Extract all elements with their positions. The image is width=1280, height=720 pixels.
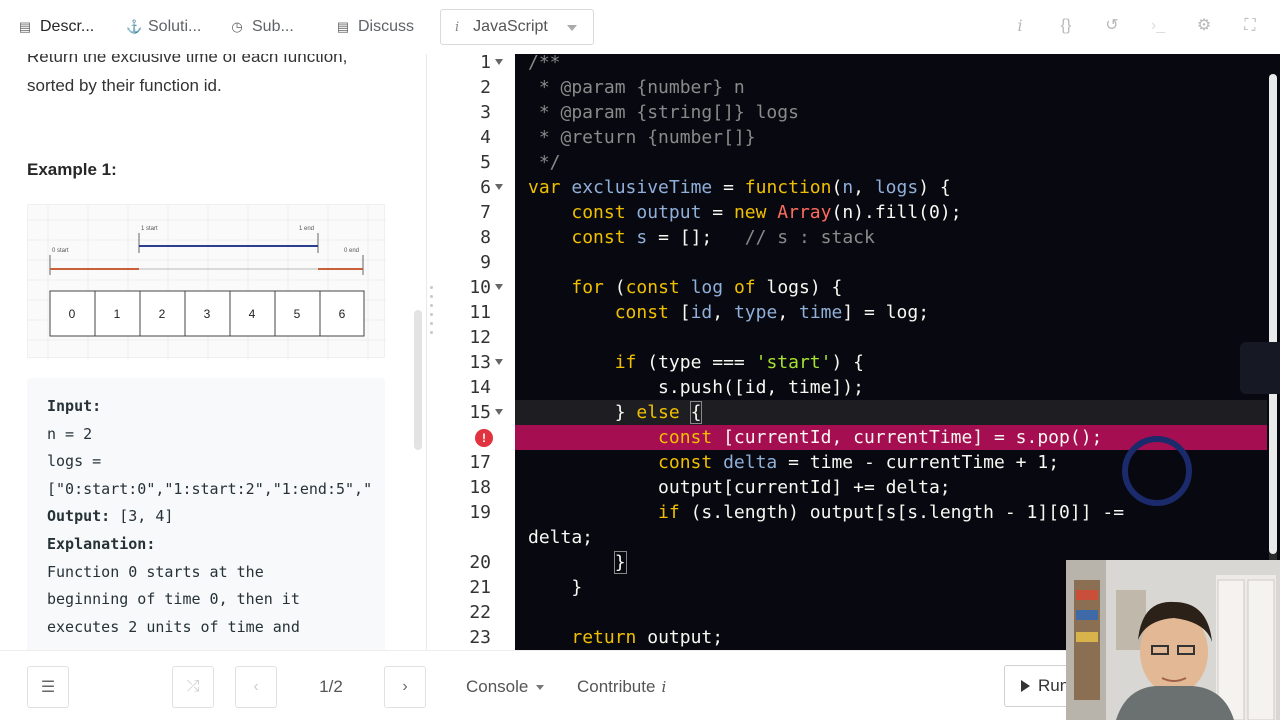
tab-submissions-label: Sub... bbox=[252, 18, 294, 35]
example-title: Example 1: bbox=[27, 160, 117, 179]
code-line: 5 */ bbox=[480, 152, 561, 173]
language-select-value: JavaScript bbox=[473, 18, 548, 35]
example-line: executes 2 units of time and bbox=[47, 617, 300, 636]
comment-icon: ▤ bbox=[336, 19, 350, 34]
editor-scroll-thumb[interactable] bbox=[1269, 74, 1277, 554]
webcam-image bbox=[1066, 560, 1280, 720]
example-line: n = 2 bbox=[47, 424, 93, 443]
timeline-diagram: 0 start 1 start 1 end 0 end 0 1 2 3 4 5 … bbox=[28, 205, 386, 359]
example-line: beginning of time 0, then it bbox=[47, 590, 300, 609]
code-line: delta; bbox=[528, 527, 594, 548]
code-line: 13 if (type === 'start') { bbox=[469, 352, 864, 373]
time-cell-2: 2 bbox=[159, 307, 166, 321]
tab-solution[interactable]: ⚓ Soluti... bbox=[108, 0, 212, 54]
example-line: Function 0 starts at the bbox=[47, 562, 264, 581]
code-line: 11 const [id, type, time] = log; bbox=[469, 302, 930, 323]
shuffle-icon: ⤮ bbox=[186, 678, 200, 695]
intro-line-2: sorted by their function id. bbox=[27, 76, 222, 95]
code-line: 8 const s = []; // s : stack bbox=[480, 227, 875, 248]
label-0-end: 0 end bbox=[344, 248, 359, 254]
label-1-end: 1 end bbox=[299, 226, 314, 232]
random-problem-button[interactable]: ⤮ bbox=[172, 666, 214, 708]
code-line: 15 } else { bbox=[469, 401, 703, 424]
description-scrollbar[interactable] bbox=[414, 310, 422, 450]
leetcode-app: ▤ Descr... ⚓ Soluti... ◷ Sub... ▤ Discus… bbox=[0, 0, 1280, 720]
code-line: 4 * @return {number[]} bbox=[480, 127, 756, 148]
tab-description-label: Descr... bbox=[40, 18, 95, 35]
problem-tabs: ▤ Descr... ⚓ Soluti... ◷ Sub... ▤ Discus… bbox=[0, 0, 438, 54]
caret-down-icon bbox=[536, 685, 545, 691]
pager-indicator: 1/2 bbox=[319, 677, 343, 696]
webcam-overlay bbox=[1066, 560, 1280, 720]
tab-description[interactable]: ▤ Descr... bbox=[0, 0, 108, 54]
code-line: 14 s.push([id, time]); bbox=[469, 377, 864, 398]
example-diagram: 0 start 1 start 1 end 0 end 0 1 2 3 4 5 … bbox=[27, 204, 386, 359]
label-1-start: 1 start bbox=[141, 226, 158, 232]
chevron-down-icon bbox=[567, 25, 577, 31]
example-line: Explanation: bbox=[47, 534, 156, 553]
error-marker-icon[interactable]: ! bbox=[475, 429, 493, 447]
list-icon: ☰ bbox=[40, 679, 56, 696]
code-line: 1/** bbox=[480, 54, 561, 73]
tab-submissions[interactable]: ◷ Sub... bbox=[212, 0, 318, 54]
tab-solution-label: Soluti... bbox=[148, 18, 202, 35]
time-cell-3: 3 bbox=[204, 307, 211, 321]
code-line: 7 const output = new Array(n).fill(0); bbox=[480, 202, 962, 223]
editor-scrollbar[interactable] bbox=[1269, 74, 1277, 604]
terminal-icon[interactable]: ›_ bbox=[1146, 14, 1170, 38]
label-0-start: 0 start bbox=[52, 248, 69, 254]
clock-icon: ◷ bbox=[231, 19, 243, 34]
tab-discuss[interactable]: ▤ Discuss bbox=[318, 0, 438, 54]
side-panel-handle[interactable] bbox=[1240, 342, 1280, 394]
console-button[interactable]: Console bbox=[466, 677, 545, 697]
example-line: Output: [3, 4] bbox=[47, 507, 174, 526]
loading-spinner-icon bbox=[1122, 436, 1192, 506]
braces-icon[interactable]: {} bbox=[1054, 14, 1078, 38]
code-line: 2 * @param {number} n bbox=[480, 77, 745, 98]
problem-list-button[interactable]: ☰ bbox=[27, 666, 69, 708]
info-icon: i bbox=[661, 678, 667, 696]
code-line: 9 bbox=[480, 252, 491, 273]
language-select[interactable]: i JavaScript bbox=[440, 9, 594, 45]
next-problem-button[interactable]: › bbox=[384, 666, 426, 708]
time-cell-4: 4 bbox=[249, 307, 256, 321]
example-line: Input: bbox=[47, 397, 102, 415]
time-cell-0: 0 bbox=[69, 307, 76, 321]
code-line: 10 for (const log of logs) { bbox=[469, 277, 843, 298]
chevron-left-icon: ‹ bbox=[253, 678, 259, 695]
time-cell-6: 6 bbox=[339, 307, 346, 321]
intro-line-1: Return the exclusive time of each functi… bbox=[27, 54, 348, 66]
example-block: Input: n = 2 logs = ["0:start:0","1:start:2… bbox=[27, 378, 385, 650]
prev-problem-button[interactable]: ‹ bbox=[235, 666, 277, 708]
reset-icon[interactable]: ↺ bbox=[1100, 14, 1124, 38]
tab-discuss-label: Discuss bbox=[358, 18, 415, 35]
time-cell-1: 1 bbox=[114, 307, 121, 321]
contribute-button[interactable]: Contribute i bbox=[577, 677, 666, 697]
editor-toolbar: i {} ↺ ›_ ⚙ ⛶ bbox=[1008, 14, 1262, 38]
code-line: 6 var exclusiveTime = function(n, logs) { bbox=[480, 177, 951, 198]
description-panel: Return the exclusive time of each functi… bbox=[0, 54, 427, 650]
resize-handle[interactable] bbox=[430, 286, 434, 342]
code-line: 3 * @param {string[]} logs bbox=[480, 102, 799, 123]
fullscreen-icon[interactable]: ⛶ bbox=[1238, 14, 1262, 38]
play-icon bbox=[1021, 680, 1030, 692]
top-bar: ▤ Descr... ⚓ Soluti... ◷ Sub... ▤ Discus… bbox=[0, 0, 1280, 54]
example-line: logs = bbox=[47, 452, 102, 471]
description-text: Return the exclusive time of each functi… bbox=[27, 54, 387, 100]
example-line: ["0:start:0","1:start:2","1:end:5"," bbox=[47, 479, 373, 498]
code-line: 12 bbox=[469, 327, 491, 348]
description-icon: ▤ bbox=[18, 19, 32, 34]
time-cell-5: 5 bbox=[294, 307, 301, 321]
chevron-right-icon: › bbox=[402, 678, 408, 695]
info-icon[interactable]: i bbox=[1008, 14, 1032, 38]
settings-icon[interactable]: ⚙ bbox=[1192, 14, 1216, 38]
flask-icon: ⚓ bbox=[126, 19, 143, 34]
info-icon: i bbox=[455, 19, 460, 35]
